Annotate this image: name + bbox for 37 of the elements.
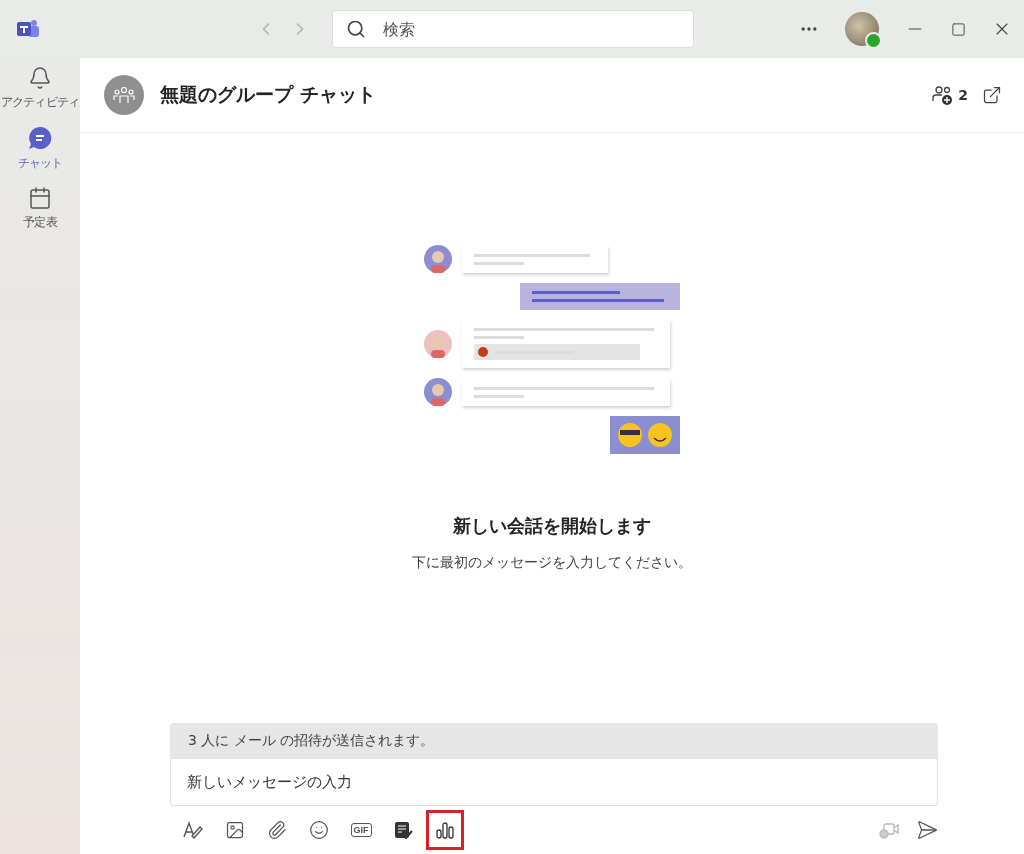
avatar-illustration <box>424 245 452 273</box>
file-icon <box>478 347 488 357</box>
video-clip-icon[interactable] <box>878 820 900 840</box>
empty-state-subtext: 下に最初のメッセージを入力してください。 <box>412 554 692 572</box>
bell-icon <box>28 66 52 90</box>
invite-notice: 3 人に メール の招待が送信されます。 <box>170 723 938 759</box>
send-button[interactable] <box>916 819 938 841</box>
people-icon <box>113 85 135 105</box>
search-icon <box>346 19 366 39</box>
toolbar-button[interactable] <box>426 810 464 850</box>
sidebar-item[interactable]: チャット <box>0 125 80 172</box>
empty-state-heading: 新しい会話を開始します <box>453 514 651 538</box>
add-people-icon <box>932 84 955 106</box>
emoji-icon <box>309 820 329 840</box>
pop-out-button[interactable] <box>982 85 1002 105</box>
maximize-button[interactable] <box>951 21 966 37</box>
image-icon <box>225 820 245 840</box>
calendar-icon <box>28 186 52 210</box>
attach-icon <box>267 820 287 840</box>
sidebar-item[interactable]: 予定表 <box>0 186 80 231</box>
avatar-illustration <box>424 378 452 406</box>
chat-title: 無題のグループ チャット <box>160 82 376 107</box>
presence-status-icon <box>865 32 882 49</box>
poll-icon <box>436 821 454 839</box>
emoji-reaction-drawing <box>610 416 680 454</box>
toolbar-button[interactable]: GIF <box>342 810 380 850</box>
gif-icon: GIF <box>350 823 372 837</box>
format-icon <box>182 820 204 840</box>
search-field[interactable]: 検索 <box>332 10 694 48</box>
profile-avatar[interactable] <box>845 12 879 46</box>
app-logo <box>16 18 40 40</box>
avatar-illustration <box>424 330 452 358</box>
chat-icon <box>27 125 53 151</box>
message-input[interactable]: 新しいメッセージの入力 <box>170 759 938 806</box>
participants-button[interactable]: 2 <box>932 84 968 106</box>
document-check-icon <box>393 820 413 840</box>
sidebar-item[interactable]: アクティビティ <box>0 66 80 111</box>
